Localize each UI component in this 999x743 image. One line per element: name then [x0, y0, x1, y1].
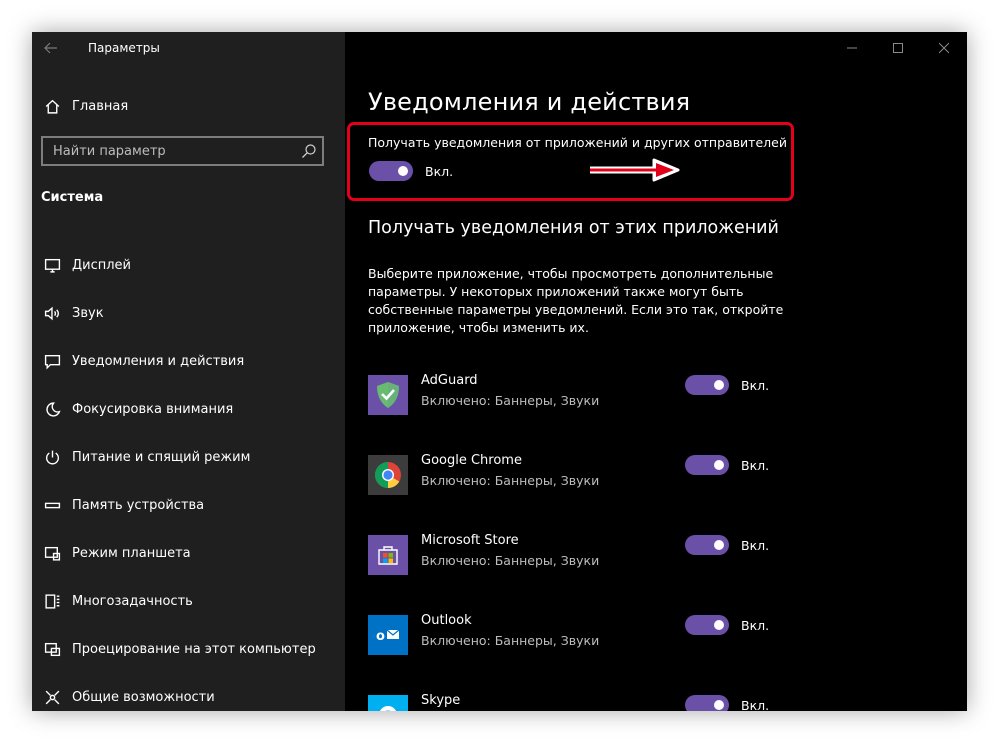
sidebar-section-title: Система — [41, 190, 104, 205]
sidebar-item-label: Уведомления и действия — [72, 353, 245, 369]
app-toggle[interactable] — [685, 375, 729, 395]
toggle-knob — [714, 700, 724, 710]
sidebar-item-notifications[interactable]: Уведомления и действия — [32, 337, 345, 385]
storage-icon — [32, 497, 72, 514]
sidebar-item-label: Память устройства — [72, 497, 205, 513]
multitasking-icon — [32, 593, 72, 610]
home-icon — [32, 98, 72, 115]
app-name: Outlook — [421, 613, 472, 628]
sidebar-item-label: Звук — [72, 305, 104, 321]
sidebar-item-power[interactable]: Питание и спящий режим — [32, 433, 345, 481]
projection-icon — [32, 641, 72, 658]
display-icon — [32, 257, 72, 274]
app-toggle[interactable] — [685, 535, 729, 555]
close-button[interactable] — [921, 32, 967, 64]
toggle-knob — [398, 166, 408, 176]
settings-window: Параметры Главная Система Дисплей — [32, 32, 967, 711]
sidebar-item-shared-experiences[interactable]: Общие возможности — [32, 673, 345, 711]
page-title: Уведомления и действия — [368, 88, 691, 116]
adguard-icon — [368, 375, 408, 415]
toggle-knob — [714, 460, 724, 470]
sidebar-item-tablet-mode[interactable]: Режим планшета — [32, 529, 345, 577]
sidebar-item-storage[interactable]: Память устройства — [32, 481, 345, 529]
window-controls — [829, 32, 967, 64]
microsoft-store-icon — [368, 535, 408, 575]
shared-experiences-icon — [32, 689, 72, 706]
app-toggle-state: Вкл. — [741, 538, 770, 553]
apps-section-description: Выберите приложение, чтобы просмотреть д… — [368, 266, 784, 335]
sidebar-item-label: Фокусировка внимания — [72, 401, 234, 417]
app-row-microsoft-store[interactable]: Microsoft Store Включено: Баннеры, Звуки… — [368, 530, 967, 575]
search-icon[interactable] — [301, 143, 317, 159]
svg-text:o: o — [376, 629, 385, 644]
app-name: AdGuard — [421, 373, 478, 388]
toggle-knob — [714, 620, 724, 630]
title-bar: Параметры — [32, 32, 345, 64]
sidebar-item-label: Многозадачность — [72, 593, 193, 609]
app-status: Включено: Баннеры, Звуки — [421, 473, 600, 488]
main-content: Уведомления и действия Получать уведомле… — [345, 32, 967, 711]
back-button[interactable] — [38, 35, 64, 61]
app-toggle-state: Вкл. — [741, 378, 770, 393]
window-title: Параметры — [88, 41, 160, 55]
search-input[interactable] — [43, 138, 293, 164]
maximize-icon — [893, 43, 903, 53]
minimize-icon — [847, 47, 857, 49]
sidebar: Параметры Главная Система Дисплей — [32, 32, 345, 711]
apps-section-title: Получать уведомления от этих приложений — [368, 218, 779, 238]
close-icon — [939, 43, 949, 53]
app-name: Microsoft Store — [421, 533, 519, 548]
sidebar-item-display[interactable]: Дисплей — [32, 241, 345, 289]
sidebar-item-label: Главная — [72, 98, 129, 114]
app-status: Включено: Баннеры, Звуки — [421, 633, 600, 648]
moon-icon — [32, 401, 72, 418]
sidebar-item-multitasking[interactable]: Многозадачность — [32, 577, 345, 625]
sidebar-item-label: Питание и спящий режим — [72, 449, 251, 465]
app-row-adguard[interactable]: AdGuard Включено: Баннеры, Звуки Вкл. — [368, 370, 967, 415]
toggle-knob — [714, 540, 724, 550]
maximize-button[interactable] — [875, 32, 921, 64]
sidebar-item-label: Дисплей — [72, 257, 132, 273]
sidebar-item-label: Режим планшета — [72, 545, 191, 561]
sidebar-item-label: Общие возможности — [72, 689, 215, 705]
sidebar-item-label: Проецирование на этот компьютер — [72, 641, 316, 657]
minimize-button[interactable] — [829, 32, 875, 64]
app-name: Google Chrome — [421, 453, 522, 468]
notification-icon — [32, 353, 72, 370]
sidebar-item-sound[interactable]: Звук — [32, 289, 345, 337]
app-status: Включено: Баннеры, Звуки — [421, 553, 600, 568]
sidebar-item-home[interactable]: Главная — [32, 90, 345, 122]
app-row-skype[interactable]: S Skype Вкл. — [368, 690, 967, 711]
master-toggle-label: Получать уведомления от приложений и дру… — [368, 135, 787, 150]
speaker-icon — [32, 305, 72, 322]
app-toggle-state: Вкл. — [741, 458, 770, 473]
app-name: Skype — [421, 693, 461, 708]
red-arrow-annotation — [590, 158, 680, 182]
tablet-icon — [32, 545, 72, 562]
sidebar-nav: Дисплей Звук Уведомления и действия Фоку… — [32, 241, 345, 711]
app-toggle-state: Вкл. — [741, 618, 770, 633]
app-status: Включено: Баннеры, Звуки — [421, 393, 600, 408]
skype-icon: S — [368, 695, 408, 711]
app-toggle[interactable] — [685, 455, 729, 475]
toggle-knob — [714, 380, 724, 390]
power-icon — [32, 449, 72, 466]
app-toggle[interactable] — [685, 615, 729, 635]
chrome-icon — [368, 455, 408, 495]
outlook-icon: o — [368, 615, 408, 655]
app-row-google-chrome[interactable]: Google Chrome Включено: Баннеры, Звуки В… — [368, 450, 967, 495]
app-row-outlook[interactable]: o Outlook Включено: Баннеры, Звуки Вкл. — [368, 610, 967, 655]
svg-text:S: S — [384, 709, 393, 712]
app-toggle-state: Вкл. — [741, 698, 770, 711]
master-toggle-state: Вкл. — [425, 164, 454, 179]
search-box[interactable] — [41, 136, 324, 166]
app-toggle[interactable] — [685, 695, 729, 711]
sidebar-item-focus-assist[interactable]: Фокусировка внимания — [32, 385, 345, 433]
master-notifications-toggle[interactable] — [369, 161, 413, 181]
back-arrow-icon — [44, 42, 57, 54]
highlight-annotation — [347, 122, 794, 201]
sidebar-item-projecting[interactable]: Проецирование на этот компьютер — [32, 625, 345, 673]
